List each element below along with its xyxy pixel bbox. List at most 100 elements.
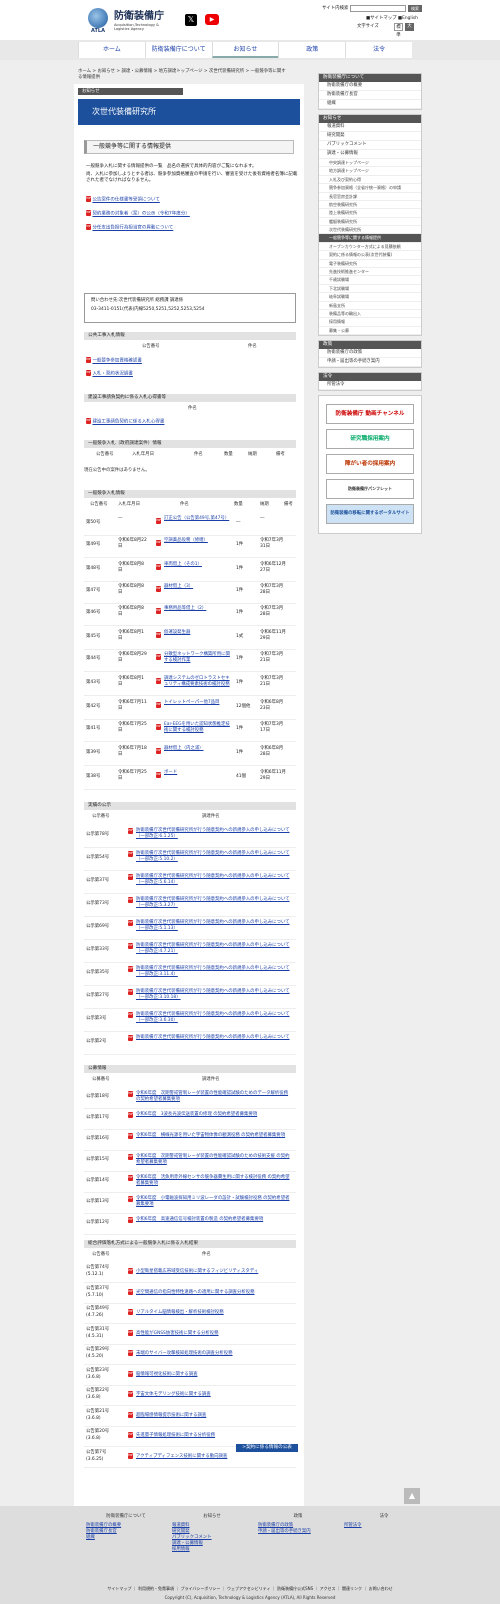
link-qualification-form[interactable]: PDF 一般競争参加資格確認書 (86, 357, 142, 365)
link-officer-change[interactable]: PDF 分任支出負担行為担当官の異動について (86, 224, 173, 232)
bid-item-link[interactable]: 調達システムのゼロトラストセキュリティ構成要素技術の検討役務 (164, 676, 234, 688)
sidebar-subitem[interactable]: 新島支所 (319, 302, 421, 310)
atla-logo-icon[interactable] (88, 8, 108, 28)
notice-link[interactable]: 防衛装備庁次世代装備研究所が行う随意契約への新規参入の申し込みについて（一部改正… (136, 943, 290, 955)
sidebar-item[interactable]: 所管法令 (319, 381, 421, 391)
sidebar-subitem[interactable]: 募集・公募 (319, 327, 421, 336)
notice-link[interactable]: 防衛装備庁次世代装備研究所が行う随意契約への新規参入の申し込みについて（一部改正… (136, 851, 290, 863)
sidebar-item[interactable]: 報道資料 (319, 123, 421, 133)
nav-law[interactable]: 法令 (345, 42, 412, 58)
sidebar-item[interactable]: 防衛装備庁長官 (319, 91, 421, 101)
footer-link[interactable]: 所管法令 (344, 1523, 424, 1529)
sidebar-subitem[interactable]: 次世代装備研究所 (319, 226, 421, 235)
eval-link[interactable]: 字宙文体モデリング技術に関する調査 (136, 1392, 290, 1398)
eval-link[interactable]: リアルタイム脳情報検出・解析技術検討役務 (136, 1310, 290, 1316)
nav-news[interactable]: お知らせ (211, 42, 279, 58)
sitemap-link[interactable]: サイトマップ (370, 16, 396, 21)
eval-link[interactable]: 脳情報可視化技術に関する調査 (136, 1372, 290, 1378)
sidebar-subitem[interactable]: 下北試験場 (319, 285, 421, 294)
bid-item-link[interactable]: トイレットペーパー他7品目 (164, 700, 234, 706)
sidebar-subitem[interactable]: 中央調達トップページ (319, 159, 421, 168)
eval-link[interactable]: 先進量子情報処理技術に関する分析役務 (136, 1433, 290, 1439)
bid-item-link[interactable]: 器材借上（3） (164, 584, 234, 590)
search-input[interactable] (350, 5, 406, 12)
page-top-button[interactable]: ▲ (404, 1488, 420, 1504)
sidebar-subitem[interactable]: 電子装備研究所 (319, 260, 421, 269)
sidebar-subitem[interactable]: 地方調達トップページ (319, 167, 421, 176)
offer-link[interactable]: 令和6年度 次期警戒管制レーダ装置の性能確認試験のためのデータ解析役務 の契約希… (136, 1091, 290, 1103)
footer-link[interactable]: 採用情報 (172, 1547, 252, 1553)
nav-about[interactable]: 防衛装備庁について (144, 42, 212, 58)
offer-link[interactable]: 令和6年度 横線光源を用いた宇宙物体像の観測役務 の契約希望者募集要項 (136, 1133, 290, 1139)
nav-home[interactable]: ホーム (78, 42, 145, 58)
sidebar-subitem[interactable]: 採用情報 (319, 318, 421, 327)
sidebar-item[interactable]: 研究開発 (319, 132, 421, 142)
x-twitter-icon[interactable]: 𝕏 (185, 14, 197, 26)
sidebar-item[interactable]: 調達・公募情報 (319, 150, 421, 159)
notice-link[interactable]: 防衛装備庁次世代装備研究所が行う随意契約への新規参入の申し込みについて（一部改正… (136, 966, 290, 978)
sidebar-subitem[interactable]: 競争参加資格（全省庁統一資格）の申請 (319, 184, 421, 193)
sidebar-subitem[interactable]: 入札及び契約心得 (319, 176, 421, 185)
bid-item-link[interactable]: Ear-EEGを用いた認知状態推定技術に関する検討役務 (164, 722, 234, 734)
eval-link[interactable]: アクティブディフェンス技術に関する動向調査 (136, 1454, 290, 1460)
bid-item-link[interactable]: ボード (164, 770, 234, 776)
fontsize-large-button[interactable]: 大 (405, 23, 414, 31)
notice-link[interactable]: 防衛装備庁次世代装備研究所が行う随意契約への新規参入の申し込みについて (136, 1035, 290, 1041)
nav-policy[interactable]: 政策 (278, 42, 345, 58)
eval-link[interactable]: 高性能がGNSS妨害技術に関する分析役務 (136, 1331, 290, 1337)
link-spec-receipt[interactable]: PDF 公告案件の仕様書等受領について (86, 196, 160, 204)
footer-link[interactable]: 組織 (86, 1535, 166, 1541)
notice-link[interactable]: 防衛装備庁次世代装備研究所が行う随意契約への新規参入の申し込みについて（一部改正… (136, 874, 290, 886)
link-contract-targets[interactable]: PDF 契約業務の対象者（案）の公示（令和7年度分） (86, 210, 190, 218)
banner-video-channel[interactable]: 防衛装備庁 動画チャンネル (326, 404, 414, 425)
sidebar-subitem[interactable]: 先進技術推進センター (319, 268, 421, 277)
offer-link[interactable]: 令和6年度 3波長光波伝送装置の修理 の契約希望者募集要項 (136, 1112, 290, 1118)
sidebar-subitem[interactable]: 一般競争等に関する情報提供 (319, 234, 421, 243)
site-title[interactable]: 防衛装備庁 (114, 10, 164, 24)
offer-link[interactable]: 令和6年度 次期警戒管制レーダ装置の性能確認試験のための技術支援 の契約希望者募… (136, 1154, 290, 1166)
sidebar-subitem[interactable]: 千歳試験場 (319, 276, 421, 285)
notice-link[interactable]: 防衛装備庁次世代装備研究所が行う随意契約への新規参入の申し込みについて（一部改正… (136, 828, 290, 840)
footer-link[interactable]: 申請・届出等の手続き案内 (258, 1529, 338, 1535)
banner-pamphlet[interactable]: 防衛装備庁パンフレット (326, 479, 414, 500)
notice-link[interactable]: 防衛装備庁次世代装備研究所が行う随意契約への新規参入の申し込みについて（一部改正… (136, 897, 290, 909)
search-button[interactable]: 検索 (408, 5, 422, 12)
sidebar-subitem[interactable]: 契約に係る情報の公表(次世代装備) (319, 251, 421, 260)
sidebar-subitem[interactable]: 長官官房会計課 (319, 193, 421, 201)
notice-link[interactable]: 防衛装備庁次世代装備研究所が行う随意契約への新規参入の申し込みについて（一部改正… (136, 1012, 290, 1024)
bid-item-link[interactable]: 器材借上（内之浦） (164, 746, 234, 752)
bid-item-link[interactable]: 分散型ネットワーク構築所用に関する検討作業 (164, 652, 234, 664)
bid-item-link[interactable]: 空調薬品役務（修繕） (164, 538, 234, 544)
sidebar-item[interactable]: パブリックコメント (319, 141, 421, 150)
sidebar-subitem[interactable]: オープンカウンター方式による見積依頼 (319, 243, 421, 252)
breadcrumb[interactable]: ホーム > お知らせ > 調達・公募情報 > 地方調達トップページ > 次世代装… (78, 69, 288, 81)
footer-links[interactable]: サイトマップ ｜ 利用規約・免責事項 ｜ プライバシーポリシー ｜ ウェブアクセ… (0, 1586, 500, 1591)
eval-link[interactable]: 超臨場感情報提示技術に関する調査 (136, 1413, 290, 1419)
sidebar-item[interactable]: 組織 (319, 100, 421, 109)
offer-link[interactable]: 令和6年度 高速通信信号検討装置の製造 の契約希望者募集要項 (136, 1217, 290, 1223)
eval-link[interactable]: 小型衛星搭載広帯域受信技術に関するフィジビリティスタディ (136, 1269, 290, 1275)
fontsize-standard-button[interactable]: 標準 (394, 23, 403, 38)
sidebar-item[interactable]: 申請・届出等の手続き案内 (319, 358, 421, 368)
offer-link[interactable]: 令和6年度 活魚用赤外線センサの競争器費生用に関する検討役務 の契約希望者募集要… (136, 1175, 290, 1187)
banner-research-recruit[interactable]: 研究職採用案内 (326, 429, 414, 450)
notice-link[interactable]: 防衛装備庁次世代装備研究所が行う随意契約への新規参入の申し込みについて（一部改正… (136, 989, 290, 1001)
bid-item-link[interactable]: 訂正公告（公告第49号,第47号） (164, 516, 234, 522)
eval-link[interactable]: 末端のサイバー攻撃検知処理技術の調査分析役務 (136, 1351, 290, 1357)
sidebar-subitem[interactable]: 装備品等の輸出入 (319, 310, 421, 319)
banner-transfer-portal[interactable]: 防衛装備の移転に関するポータルサイト (326, 504, 414, 525)
sidebar-item[interactable]: 防衛装備庁の政策 (319, 349, 421, 359)
sidebar-subitem[interactable]: 陸上装備研究所 (319, 209, 421, 218)
sidebar-item[interactable]: 防衛装備庁の概要 (319, 82, 421, 92)
link-construction-notes[interactable]: PDF 建設工事請負契約に係る入札心得書 (86, 418, 164, 426)
eval-link[interactable]: 光空間通信の指向性特性遠路への適用に関する調査分析役務 (136, 1290, 290, 1296)
sidebar-subitem[interactable]: 艦艇装備研究所 (319, 218, 421, 227)
bid-item-link[interactable]: 事務用品等借上（2） (164, 606, 234, 612)
link-bid-status[interactable]: PDF 入札・契約状況調書 (86, 370, 133, 378)
sidebar-subitem[interactable]: 岐阜試験場 (319, 293, 421, 302)
contract-info-button[interactable]: >契約に係る情報の公表 (236, 1444, 298, 1452)
notice-link[interactable]: 防衛装備庁次世代装備研究所が行う随意契約への新規参入の申し込みについて（一部改正… (136, 920, 290, 932)
bid-item-link[interactable]: 仮運設発生器 (164, 630, 234, 636)
youtube-icon[interactable]: ▶ (205, 14, 219, 25)
bid-item-link[interactable]: 車両借上（その1） (164, 562, 234, 568)
